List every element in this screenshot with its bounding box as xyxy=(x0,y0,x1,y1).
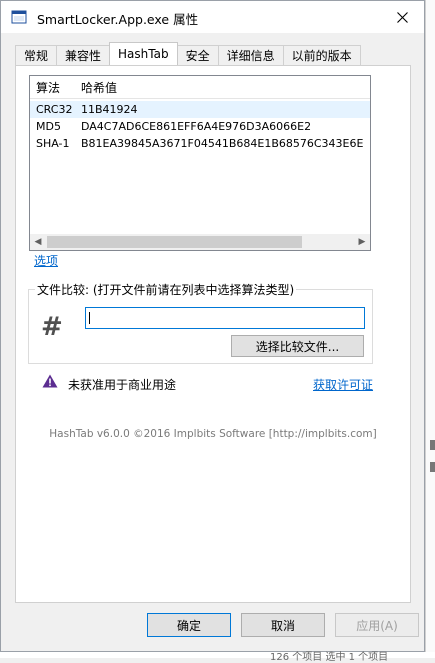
text-caret xyxy=(89,312,90,324)
background-status-text: 126 个项目 选中 1 个项目 xyxy=(270,652,389,663)
hash-cell: 11B41924 xyxy=(81,103,138,116)
hash-icon: # xyxy=(41,312,63,342)
license-warning-text: 未获准用于商业用途 xyxy=(68,378,177,392)
column-header-algorithm[interactable]: 算法 xyxy=(36,79,60,96)
app-icon xyxy=(11,10,27,24)
ok-button[interactable]: 确定 xyxy=(147,613,231,637)
table-row[interactable]: MD5 DA4C7AD6CE861EFF6A4E976D3A6066E2 xyxy=(30,118,370,135)
list-header: 算法 哈希值 xyxy=(30,76,370,99)
scroll-left-icon[interactable]: ◀ xyxy=(30,234,46,250)
table-row[interactable]: CRC32 11B41924 xyxy=(30,101,370,118)
get-license-link[interactable]: 获取许可证 xyxy=(313,376,373,393)
close-button[interactable] xyxy=(380,1,424,33)
tab-security[interactable]: 安全 xyxy=(176,45,219,65)
algorithm-cell: MD5 xyxy=(36,120,61,133)
tab-details[interactable]: 详细信息 xyxy=(217,45,284,65)
scroll-right-icon[interactable]: ▶ xyxy=(354,234,370,250)
hash-list[interactable]: 算法 哈希值 CRC32 11B41924 MD5 DA4C7AD6CE861E… xyxy=(29,75,371,251)
column-header-hash[interactable]: 哈希值 xyxy=(81,79,117,96)
background-window-edge xyxy=(425,0,435,658)
tab-previous-versions[interactable]: 以前的版本 xyxy=(282,45,361,65)
file-compare-group: 文件比较: (打开文件前请在列表中选择算法类型) # 选择比较文件... xyxy=(28,281,373,364)
version-footer: HashTab v6.0.0 ©2016 Implbits Software [… xyxy=(49,428,377,440)
algorithm-cell: CRC32 xyxy=(36,103,73,116)
hash-cell: B81EA39845A3671F04541B684E1B68576C343E6E xyxy=(81,137,364,150)
compare-hash-input[interactable] xyxy=(85,307,365,329)
algorithm-cell: SHA-1 xyxy=(36,137,70,150)
tab-compatibility[interactable]: 兼容性 xyxy=(56,45,111,65)
select-compare-file-button[interactable]: 选择比较文件... xyxy=(231,335,364,357)
close-icon xyxy=(396,11,408,23)
apply-button[interactable]: 应用(A) xyxy=(335,613,419,637)
table-row[interactable]: SHA-1 B81EA39845A3671F04541B684E1B68576C… xyxy=(30,135,370,152)
window-title: SmartLocker.App.exe 属性 xyxy=(37,12,199,27)
properties-dialog: SmartLocker.App.exe 属性 常规 兼容性 HashTab 安全… xyxy=(0,0,425,652)
title-bar: SmartLocker.App.exe 属性 xyxy=(1,1,424,33)
file-compare-label: 文件比较: (打开文件前请在列表中选择算法类型) xyxy=(35,281,297,298)
warning-icon xyxy=(42,374,58,388)
tab-hashtab[interactable]: HashTab xyxy=(109,42,178,65)
tab-general[interactable]: 常规 xyxy=(15,45,58,65)
scroll-thumb[interactable] xyxy=(47,236,302,248)
cancel-button[interactable]: 取消 xyxy=(241,613,325,637)
hash-cell: DA4C7AD6CE861EFF6A4E976D3A6066E2 xyxy=(81,120,312,133)
horizontal-scrollbar[interactable]: ◀ ▶ xyxy=(30,234,370,250)
hashtab-panel: 算法 哈希值 CRC32 11B41924 MD5 DA4C7AD6CE861E… xyxy=(15,65,411,603)
tab-strip: 常规 兼容性 HashTab 安全 详细信息 以前的版本 xyxy=(15,42,361,65)
options-link[interactable]: 选项 xyxy=(34,252,58,269)
